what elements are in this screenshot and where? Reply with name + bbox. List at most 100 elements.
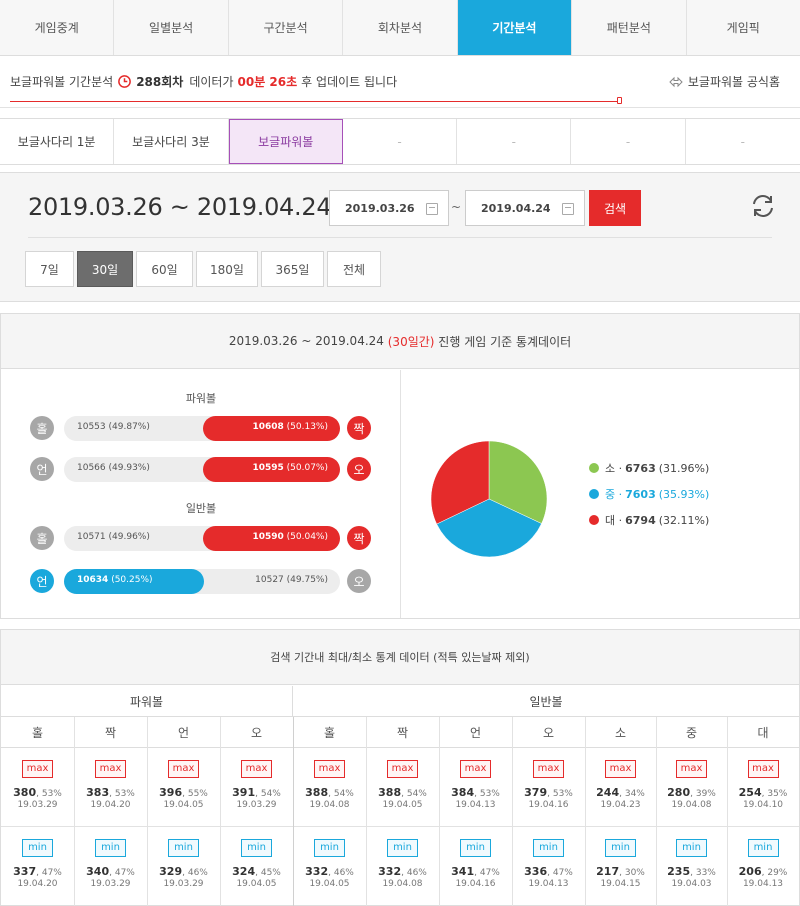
- max-badge: max: [168, 760, 199, 778]
- nav-tab-daily[interactable]: 일별분석: [114, 0, 229, 55]
- min-date: 19.04.20: [17, 879, 58, 889]
- search-panel: 2019.03.26 ~ 2019.04.24 2019.03.26 ~ 201…: [0, 172, 800, 302]
- stats-panel: 2019.03.26 ~ 2019.04.24 (30일간) 진행 게임 기준 …: [0, 313, 800, 619]
- start-date-input[interactable]: 2019.03.26: [329, 190, 449, 226]
- min-cell-nb-over: min 336, 47% 19.04.13: [512, 827, 585, 905]
- col-header-pb-even: 짝: [74, 717, 147, 748]
- nav-tab-round[interactable]: 회차분석: [343, 0, 458, 55]
- update-notice: 보글파워볼 기간분석 288회차 데이터가 00분 26초 후 업데이트 됩니다…: [0, 56, 800, 108]
- min-value: 337, 47%: [13, 865, 62, 878]
- legend-dot-medium: [589, 489, 599, 499]
- game-tab-empty[interactable]: -: [571, 119, 686, 164]
- nav-tab-pick[interactable]: 게임픽: [687, 0, 800, 55]
- game-tab-powerball[interactable]: 보글파워볼: [228, 119, 343, 164]
- min-badge: min: [95, 839, 126, 857]
- top-nav: 게임중계 일별분석 구간분석 회차분석 기간분석 패턴분석 게임픽: [0, 0, 800, 56]
- min-cell-pb-over: min 324, 45% 19.04.05: [220, 827, 293, 905]
- notice-time: 00분 26초: [237, 75, 298, 89]
- period-60d-button[interactable]: 60일: [136, 251, 193, 287]
- legend-percent-medium: (35.93%): [658, 487, 710, 501]
- min-cell-pb-odd: min 337, 47% 19.04.20: [1, 827, 74, 905]
- col-divider: [727, 717, 728, 906]
- game-tab-empty[interactable]: -: [686, 119, 800, 164]
- min-cell-nb-under: min 341, 47% 19.04.16: [439, 827, 512, 905]
- legend-percent-large: (32.11%): [658, 513, 710, 527]
- min-value: 206, 29%: [738, 865, 788, 878]
- max-value: 384, 53%: [451, 786, 500, 799]
- nav-tab-section[interactable]: 구간분석: [229, 0, 344, 55]
- max-date: 19.04.23: [600, 800, 641, 810]
- period-365d-button[interactable]: 365일: [261, 251, 324, 287]
- col-header-pb-over: 오: [220, 717, 293, 748]
- col-header-medium: 중: [656, 717, 727, 748]
- max-cell-small: max 244, 34% 19.04.23: [585, 748, 656, 826]
- normal-under-over-bar: 10634 (50.25%) 10527 (49.75%): [64, 569, 340, 594]
- stats-header-days: (30일간): [387, 334, 435, 349]
- min-cell-small: min 217, 30% 19.04.15: [585, 827, 656, 905]
- maxmin-table: 검색 기간내 최대/최소 통계 데이터 (적특 있는날짜 제외) 파워볼 일반볼…: [0, 629, 800, 906]
- group-header-normalball: 일반볼: [293, 686, 799, 717]
- col-header-small: 소: [585, 717, 656, 748]
- min-value: 217, 30%: [596, 865, 645, 878]
- max-cell-nb-odd: max 388, 54% 19.04.08: [293, 748, 366, 826]
- game-tab-empty[interactable]: -: [343, 119, 458, 164]
- nav-tab-live[interactable]: 게임중계: [0, 0, 115, 55]
- game-tab-empty[interactable]: -: [457, 119, 572, 164]
- game-type-tabs: 보글사다리 1분 보글사다리 3분 보글파워볼 - - - -: [0, 118, 800, 165]
- nav-tab-period[interactable]: 기간분석: [457, 0, 573, 55]
- col-divider: [439, 717, 440, 906]
- max-date: 19.04.05: [163, 800, 204, 810]
- max-cell-nb-even: max 388, 54% 19.04.05: [366, 748, 439, 826]
- max-date: 19.04.05: [382, 800, 423, 810]
- max-value: 391, 54%: [232, 786, 281, 799]
- search-button[interactable]: 검색: [589, 190, 641, 226]
- game-tab-ladder-3min[interactable]: 보글사다리 3분: [114, 119, 229, 164]
- update-progress-bar: [10, 101, 620, 102]
- refresh-icon[interactable]: [749, 192, 777, 220]
- range-title: 2019.03.26 ~ 2019.04.24: [28, 193, 332, 221]
- powerball-odd-even-left-ball: 홀: [30, 416, 54, 440]
- col-divider: [220, 717, 221, 906]
- max-value: 388, 54%: [378, 786, 427, 799]
- max-cell-pb-odd: max 380, 53% 19.03.29: [1, 748, 74, 826]
- stats-header-range: 2019.03.26 ~ 2019.04.24: [228, 334, 384, 348]
- normalball-section-title: 일반볼: [185, 502, 217, 515]
- max-badge: max: [95, 760, 126, 778]
- clock-icon: [118, 75, 132, 88]
- period-all-button[interactable]: 전체: [327, 251, 381, 287]
- stats-header: 2019.03.26 ~ 2019.04.24 (30일간) 진행 게임 기준 …: [1, 314, 799, 369]
- official-home-link[interactable]: 보글파워볼 공식홈: [669, 73, 780, 90]
- max-cell-nb-over: max 379, 53% 19.04.16: [512, 748, 585, 826]
- max-value: 280, 39%: [667, 786, 716, 799]
- max-value: 379, 53%: [524, 786, 573, 799]
- legend-value-small: 6763: [625, 461, 656, 475]
- powerball-odd-even-right-ball: 짝: [347, 416, 371, 440]
- period-180d-button[interactable]: 180일: [196, 251, 258, 287]
- legend-label-medium: 중: [605, 488, 616, 501]
- min-date: 19.04.15: [600, 879, 641, 889]
- col-divider: [585, 717, 586, 906]
- normal-odd-even-right-value: 10590 (50.04%): [252, 532, 328, 542]
- legend-small: 소 · 6763 (31.96%): [589, 460, 709, 476]
- col-divider: [512, 717, 513, 906]
- calendar-icon[interactable]: [562, 203, 574, 215]
- max-date: 19.04.08: [671, 800, 712, 810]
- nav-tab-pattern[interactable]: 패턴분석: [572, 0, 687, 55]
- game-tab-ladder-1min[interactable]: 보글사다리 1분: [0, 119, 115, 164]
- normal-odd-even-right-ball: 짝: [347, 526, 371, 550]
- period-7d-button[interactable]: 7일: [25, 251, 74, 287]
- col-header-nb-odd: 홀: [293, 717, 366, 748]
- max-date: 19.04.13: [455, 800, 496, 810]
- end-date-input[interactable]: 2019.04.24: [465, 190, 585, 226]
- col-header-large: 대: [727, 717, 799, 748]
- max-badge: max: [387, 760, 418, 778]
- panel-divider: [400, 370, 401, 618]
- stats-header-suffix: 진행 게임 기준 통계데이터: [438, 334, 572, 349]
- period-30d-button[interactable]: 30일: [77, 251, 133, 287]
- legend-dot-large: [589, 515, 599, 525]
- min-cell-medium: min 235, 33% 19.04.03: [656, 827, 727, 905]
- calendar-icon[interactable]: [426, 203, 438, 215]
- min-badge: min: [533, 839, 564, 857]
- min-badge: min: [22, 839, 53, 857]
- max-value: 244, 34%: [596, 786, 645, 799]
